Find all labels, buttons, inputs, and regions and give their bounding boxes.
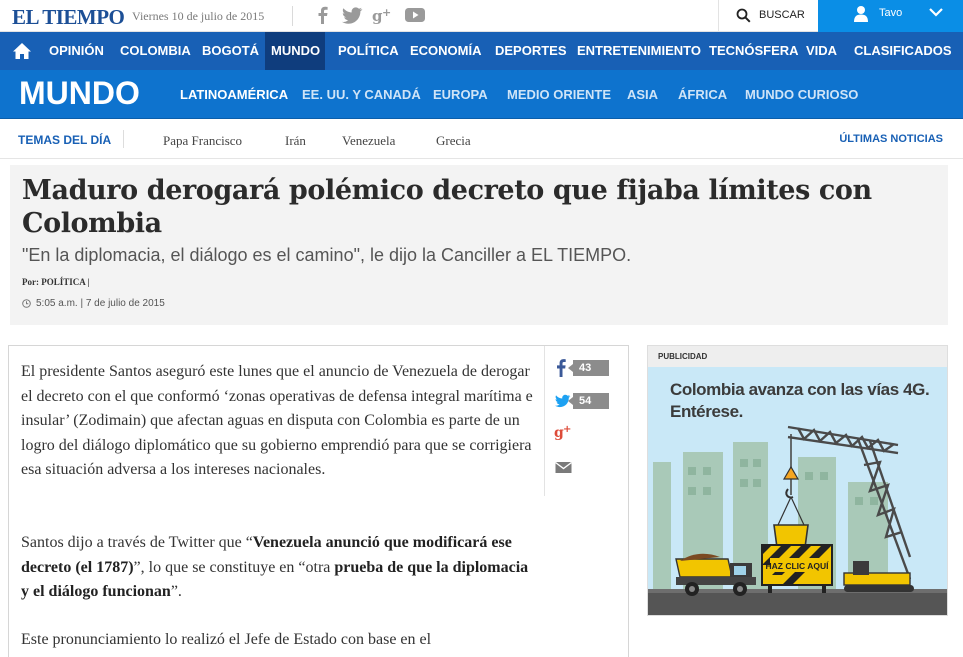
twitter-share-count: 54: [568, 393, 609, 409]
clock-icon: [22, 299, 31, 308]
nav-item-tecnosfera[interactable]: TECNÓSFERA: [709, 32, 799, 70]
trending-topic-iran[interactable]: Irán: [285, 133, 306, 149]
email-share-button[interactable]: [554, 459, 614, 481]
facebook-icon[interactable]: [312, 5, 334, 25]
youtube-icon[interactable]: [404, 5, 426, 25]
main-nav: OPINIÓN COLOMBIA BOGOTÁ MUNDO POLÍTICA E…: [0, 32, 963, 70]
search-label: BUSCAR: [759, 9, 805, 21]
section-nav: MUNDO LATINOAMÉRICA EE. UU. Y CANADÁ EUR…: [0, 70, 963, 119]
chevron-down-icon: [929, 8, 943, 17]
byline-prefix: Por:: [22, 277, 39, 287]
nav-item-economia[interactable]: ECONOMÍA: [410, 32, 482, 70]
timestamp-text: 5:05 a.m. | 7 de julio de 2015: [36, 298, 165, 309]
share-divider: [544, 346, 545, 496]
paragraph-text: ”.: [170, 583, 182, 601]
google-plus-icon: g +: [554, 424, 571, 441]
user-icon: [854, 6, 868, 22]
subnav-item-asia[interactable]: ASIA: [627, 87, 658, 102]
article-paragraph: Este pronunciamiento lo realizó el Jefe …: [21, 631, 432, 648]
facebook-share-count: 43: [568, 360, 609, 376]
search-icon: [736, 8, 751, 23]
subnav-item-mundo-curioso[interactable]: MUNDO CURIOSO: [745, 87, 858, 102]
current-date: Viernes 10 de julio de 2015: [132, 9, 265, 23]
subnav-item-africa[interactable]: ÁFRICA: [678, 87, 727, 102]
nav-item-deportes[interactable]: DEPORTES: [495, 32, 567, 70]
article-subtitle: "En la diplomacia, el diálogo es el cami…: [22, 245, 632, 265]
subnav-item-latinoamerica[interactable]: LATINOAMÉRICA: [180, 87, 288, 102]
nav-item-colombia[interactable]: COLOMBIA: [120, 32, 191, 70]
byline-section[interactable]: POLÍTICA |: [41, 277, 89, 287]
trending-label: TEMAS DEL DÍA: [18, 133, 112, 147]
nav-item-vida[interactable]: VIDA: [806, 32, 837, 70]
trending-topic-grecia[interactable]: Grecia: [436, 133, 471, 149]
trending-topic-venezuela[interactable]: Venezuela: [342, 133, 395, 149]
article-paragraph: El presidente Santos aseguró este lunes …: [21, 363, 533, 479]
user-menu[interactable]: Tavo: [818, 0, 963, 32]
nav-item-entretenimiento[interactable]: ENTRETENIMIENTO: [577, 32, 701, 70]
facebook-share-button[interactable]: 43: [554, 357, 614, 379]
subnav-item-medio-oriente[interactable]: MEDIO ORIENTE: [507, 87, 611, 102]
svg-text:+: +: [563, 424, 571, 435]
site-logo[interactable]: EL TIEMPO: [12, 5, 125, 30]
nav-item-politica[interactable]: POLÍTICA: [338, 32, 399, 70]
subnav-item-europa[interactable]: EUROPA: [433, 87, 488, 102]
twitter-icon[interactable]: [341, 5, 363, 25]
ad-headline[interactable]: Colombia avanza con las vías 4G. Entéres…: [670, 379, 940, 423]
article-paragraph: Santos dijo a través de Twitter que “Ven…: [21, 531, 536, 605]
svg-text:+: +: [382, 6, 391, 19]
nav-item-clasificados[interactable]: CLASIFICADOS: [854, 32, 952, 70]
user-name: Tavo: [879, 7, 903, 19]
google-plus-share-button[interactable]: g +: [554, 422, 614, 444]
google-plus-icon[interactable]: g +: [372, 5, 394, 25]
top-bar: EL TIEMPO Viernes 10 de julio de 2015 g …: [0, 0, 963, 32]
ad-label: PUBLICIDAD: [648, 346, 947, 367]
article-byline: Por: POLÍTICA |: [22, 277, 90, 287]
advertisement[interactable]: PUBLICIDAD HAZ CLIC AQUÍ Colombia avanza…: [647, 345, 948, 616]
article-headline: Maduro derogará polémico decreto que fij…: [22, 175, 872, 239]
mail-icon: [555, 461, 572, 473]
trending-topic-papa-francisco[interactable]: Papa Francisco: [163, 133, 242, 149]
home-icon[interactable]: [12, 42, 32, 60]
paragraph-text: Santos dijo a través de Twitter que “: [21, 534, 253, 551]
trending-topics-bar: TEMAS DEL DÍA Papa Francisco Irán Venezu…: [0, 119, 963, 159]
nav-item-opinion[interactable]: OPINIÓN: [49, 32, 104, 70]
facebook-icon: [557, 359, 566, 377]
section-title[interactable]: MUNDO: [19, 75, 140, 112]
ad-sign-text: HAZ CLIC AQUÍ: [766, 561, 830, 571]
latest-news-link[interactable]: ÚLTIMAS NOTICIAS: [839, 133, 943, 145]
nav-item-mundo[interactable]: MUNDO: [265, 32, 325, 70]
divider: [292, 6, 293, 26]
divider: [123, 130, 124, 148]
search-button[interactable]: BUSCAR: [718, 0, 818, 32]
article-body: El presidente Santos aseguró este lunes …: [8, 345, 629, 657]
nav-item-bogota[interactable]: BOGOTÁ: [202, 32, 259, 70]
article-header: Maduro derogará polémico decreto que fij…: [10, 165, 948, 325]
paragraph-text: ”, lo que se constituye en “otra: [133, 558, 335, 576]
subnav-item-eeuu-canada[interactable]: EE. UU. Y CANADÁ: [302, 87, 421, 102]
twitter-share-button[interactable]: 54: [554, 390, 614, 412]
